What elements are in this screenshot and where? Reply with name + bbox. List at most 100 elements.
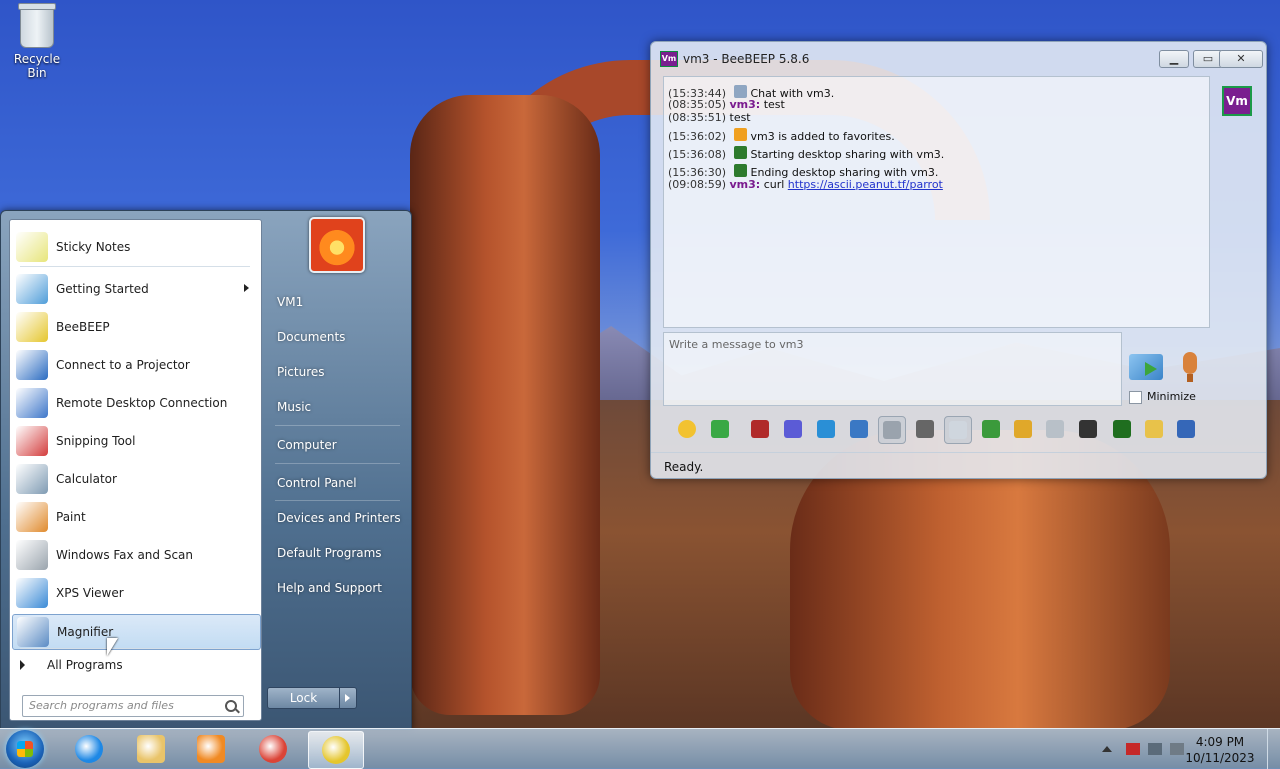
code-icon[interactable] bbox=[1042, 416, 1068, 442]
user-avatar[interactable]: Vm bbox=[1222, 86, 1252, 116]
recycle-bin-icon bbox=[18, 3, 56, 48]
action-center-flag-icon[interactable] bbox=[1126, 743, 1140, 755]
message-text: curl bbox=[763, 178, 785, 191]
shutdown-options-arrow-icon[interactable] bbox=[340, 688, 356, 708]
tray-icon[interactable] bbox=[878, 416, 906, 444]
close-button[interactable]: ✕ bbox=[1219, 50, 1263, 68]
message-text: Starting desktop sharing with vm3. bbox=[750, 148, 945, 161]
program-item[interactable]: Snipping Tool bbox=[12, 424, 259, 458]
emoji-icon[interactable] bbox=[674, 416, 700, 442]
window-title: vm3 - BeeBEEP 5.8.6 bbox=[683, 52, 810, 66]
getting-started-icon bbox=[16, 274, 48, 304]
search-input[interactable]: Search programs and files bbox=[22, 695, 244, 717]
window-titlebar[interactable]: Vm vm3 - BeeBEEP 5.8.6 ▁ ▭ ✕ bbox=[651, 42, 1266, 72]
xps-icon bbox=[16, 578, 48, 608]
message-sender: vm3: bbox=[729, 178, 761, 191]
tool-glyph bbox=[916, 420, 934, 438]
taskbar: 4:09 PM 10/11/2023 bbox=[0, 728, 1280, 769]
color-picker-icon[interactable] bbox=[780, 416, 806, 442]
taskbar-button[interactable] bbox=[124, 731, 178, 767]
message-text: vm3 is added to favorites. bbox=[750, 130, 895, 143]
send-folder-icon[interactable] bbox=[1010, 416, 1036, 442]
save-icon[interactable] bbox=[1173, 416, 1199, 442]
program-item[interactable]: XPS Viewer bbox=[12, 576, 259, 610]
start-link-item[interactable]: Help and Support bbox=[277, 581, 382, 595]
program-item[interactable]: Sticky Notes bbox=[12, 230, 259, 264]
beebeep-app-icon: Vm bbox=[660, 51, 678, 67]
projector-icon bbox=[16, 350, 48, 380]
music-note-icon[interactable] bbox=[944, 416, 972, 444]
tool-glyph bbox=[678, 420, 696, 438]
chat-message: (15:36:08) Starting desktop sharing with… bbox=[668, 146, 944, 161]
send-message-icon[interactable] bbox=[1129, 354, 1163, 380]
tool-glyph bbox=[850, 420, 868, 438]
taskbar-button[interactable] bbox=[246, 731, 300, 767]
message-placeholder: Write a message to vm3 bbox=[669, 338, 804, 351]
chat-bubble-icon bbox=[733, 85, 747, 98]
font-icon[interactable] bbox=[747, 416, 773, 442]
network-icon[interactable] bbox=[1148, 743, 1162, 755]
message-text: test bbox=[763, 98, 785, 111]
program-item[interactable]: BeeBEEP bbox=[12, 310, 259, 344]
spellcheck-icon[interactable] bbox=[912, 416, 938, 442]
message-input[interactable]: Write a message to vm3 bbox=[663, 332, 1122, 406]
minimize-checkbox-label: Minimize bbox=[1147, 390, 1196, 403]
start-menu: All Programs Search programs and files S… bbox=[0, 210, 412, 730]
chat-history[interactable]: (15:33:44) Chat with vm3. (08:35:05) vm3:… bbox=[663, 76, 1210, 328]
show-desktop-button[interactable] bbox=[1267, 729, 1280, 769]
taskbar-button[interactable] bbox=[184, 731, 238, 767]
clock[interactable]: 4:09 PM 10/11/2023 bbox=[1180, 734, 1260, 766]
screenshot-icon[interactable] bbox=[1109, 416, 1135, 442]
download-icon[interactable] bbox=[707, 416, 733, 442]
taskbar-button[interactable] bbox=[308, 731, 364, 769]
program-label: Calculator bbox=[56, 472, 117, 486]
start-link-item[interactable]: Documents bbox=[277, 330, 345, 344]
status-bar: Ready. bbox=[651, 452, 1266, 479]
program-item[interactable]: Remote Desktop Connection bbox=[12, 386, 259, 420]
settings-icon[interactable] bbox=[846, 416, 872, 442]
bee-icon bbox=[16, 312, 48, 342]
tool-glyph bbox=[1177, 420, 1195, 438]
search-icon[interactable] bbox=[225, 700, 237, 712]
close-icon: ✕ bbox=[1236, 52, 1246, 65]
filter-icon[interactable] bbox=[813, 416, 839, 442]
program-label: Snipping Tool bbox=[56, 434, 136, 448]
scissors-icon bbox=[16, 426, 48, 456]
start-link-item[interactable]: Control Panel bbox=[277, 476, 357, 490]
start-link-item[interactable]: Default Programs bbox=[277, 546, 382, 560]
program-item[interactable]: Connect to a Projector bbox=[12, 348, 259, 382]
user-picture[interactable] bbox=[309, 217, 365, 273]
recycle-bin[interactable]: Recycle Bin bbox=[6, 3, 68, 80]
start-link-item[interactable]: Devices and Printers bbox=[277, 511, 401, 525]
start-link-item[interactable]: Music bbox=[277, 400, 311, 414]
all-programs-button[interactable]: All Programs bbox=[20, 658, 123, 672]
program-item[interactable]: Magnifier bbox=[12, 614, 261, 650]
star-icon bbox=[733, 128, 747, 141]
minimize-button[interactable]: ▁ bbox=[1159, 50, 1189, 68]
maximize-icon: ▭ bbox=[1202, 52, 1214, 65]
message-timestamp: (08:35:51) bbox=[668, 111, 726, 124]
program-item[interactable]: Calculator bbox=[12, 462, 259, 496]
tool-glyph bbox=[711, 420, 729, 438]
program-item[interactable]: Paint bbox=[12, 500, 259, 534]
status-text: Ready. bbox=[664, 460, 704, 474]
taskbar-button[interactable] bbox=[62, 731, 116, 767]
lock-button[interactable]: Lock bbox=[267, 687, 357, 709]
start-link-item[interactable]: Computer bbox=[277, 438, 337, 452]
start-button[interactable] bbox=[6, 730, 44, 768]
microphone-icon[interactable] bbox=[1183, 352, 1197, 382]
message-link[interactable]: https://ascii.peanut.tf/parrot bbox=[788, 178, 943, 191]
minimize-checkbox[interactable] bbox=[1129, 391, 1142, 404]
submenu-arrow-icon bbox=[244, 284, 249, 292]
show-hidden-icons-icon[interactable] bbox=[1102, 746, 1112, 752]
send-file-icon[interactable] bbox=[978, 416, 1004, 442]
beebeep-window: Vm vm3 - BeeBEEP 5.8.6 ▁ ▭ ✕ (15:33:44) … bbox=[650, 41, 1267, 479]
notes-icon[interactable] bbox=[1141, 416, 1167, 442]
program-item[interactable]: Getting Started bbox=[12, 272, 259, 306]
start-link-item[interactable]: Pictures bbox=[277, 365, 325, 379]
chat-message: (15:36:30) Ending desktop sharing with v… bbox=[668, 164, 938, 179]
webcam-icon[interactable] bbox=[1075, 416, 1101, 442]
program-item[interactable]: Windows Fax and Scan bbox=[12, 538, 259, 572]
clock-time: 4:09 PM bbox=[1195, 735, 1245, 749]
start-link-item[interactable]: VM1 bbox=[277, 295, 303, 309]
